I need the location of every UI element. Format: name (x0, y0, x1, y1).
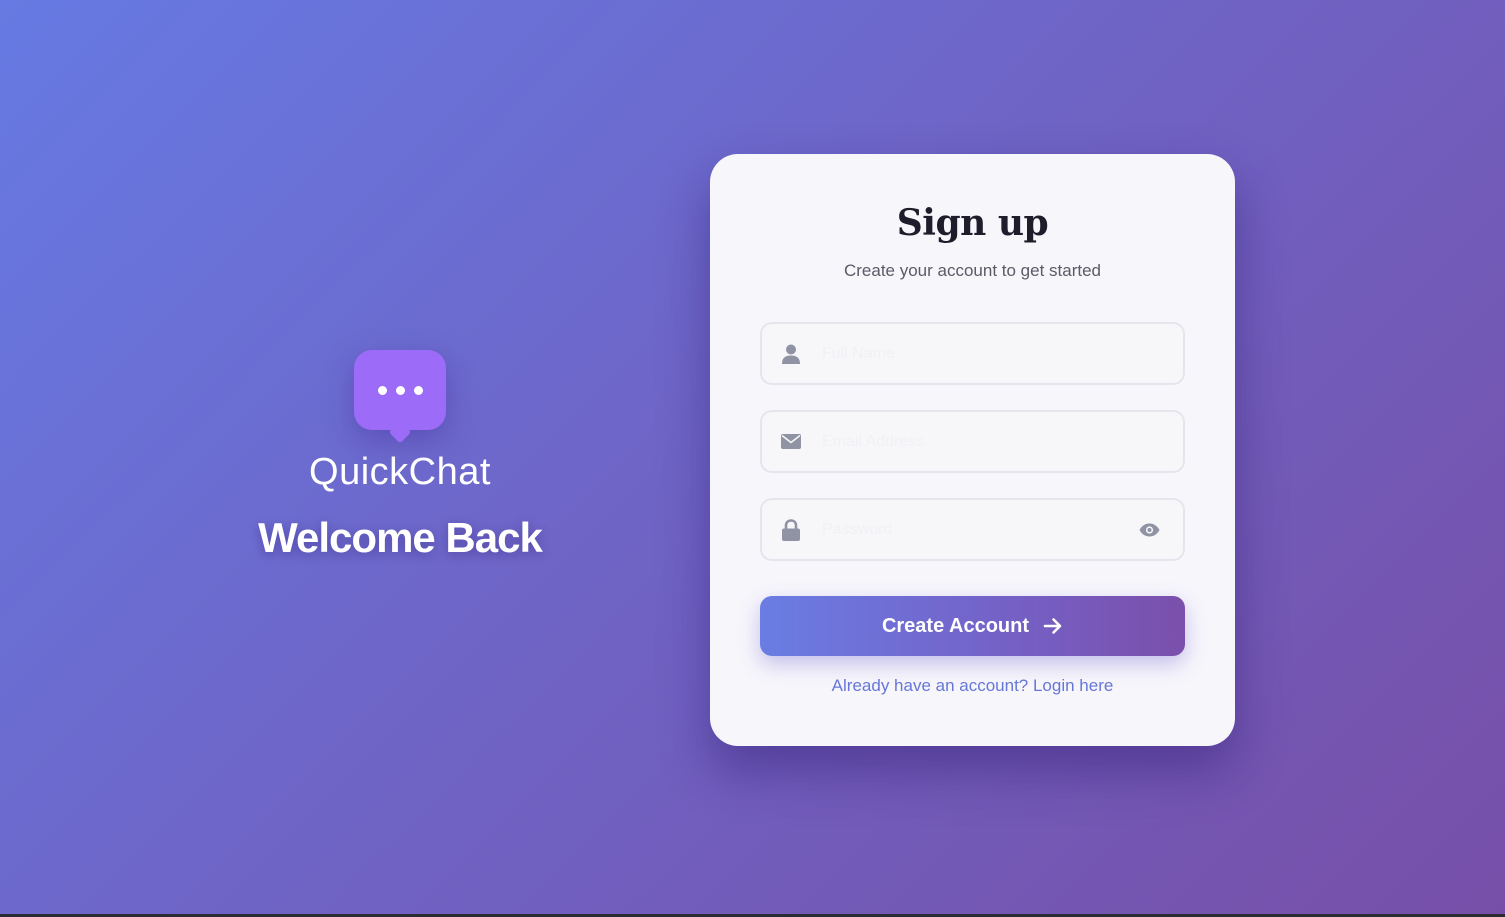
brand-panel: QuickChat Welcome Back (240, 350, 560, 562)
create-account-label: Create Account (881, 614, 1030, 637)
envelope-icon (780, 431, 802, 453)
user-icon (780, 343, 802, 365)
password-input[interactable] (822, 500, 1142, 559)
form-title: Sign up (896, 202, 1049, 244)
password-field-container (760, 498, 1185, 561)
logo-dot (377, 386, 387, 395)
lock-icon (780, 518, 802, 541)
name-field-container (760, 322, 1185, 385)
logo-dot (395, 386, 405, 395)
welcome-heading: Welcome Back (258, 514, 543, 561)
name-input[interactable] (822, 324, 1142, 383)
brand-name: QuickChat (309, 451, 491, 493)
create-account-button[interactable]: Create Account (760, 596, 1185, 656)
chat-bubble-icon (354, 350, 446, 430)
login-link[interactable]: Already have an account? Login here (710, 676, 1235, 696)
email-input[interactable] (822, 412, 1142, 471)
arrow-right-icon (1043, 617, 1063, 635)
signup-card: Sign up Create your account to get start… (710, 154, 1235, 746)
email-field-container (760, 410, 1185, 473)
form-subtitle: Create your account to get started (843, 261, 1102, 280)
logo-dot (413, 386, 423, 395)
logo-dots (354, 386, 446, 395)
eye-icon[interactable] (1137, 518, 1161, 542)
